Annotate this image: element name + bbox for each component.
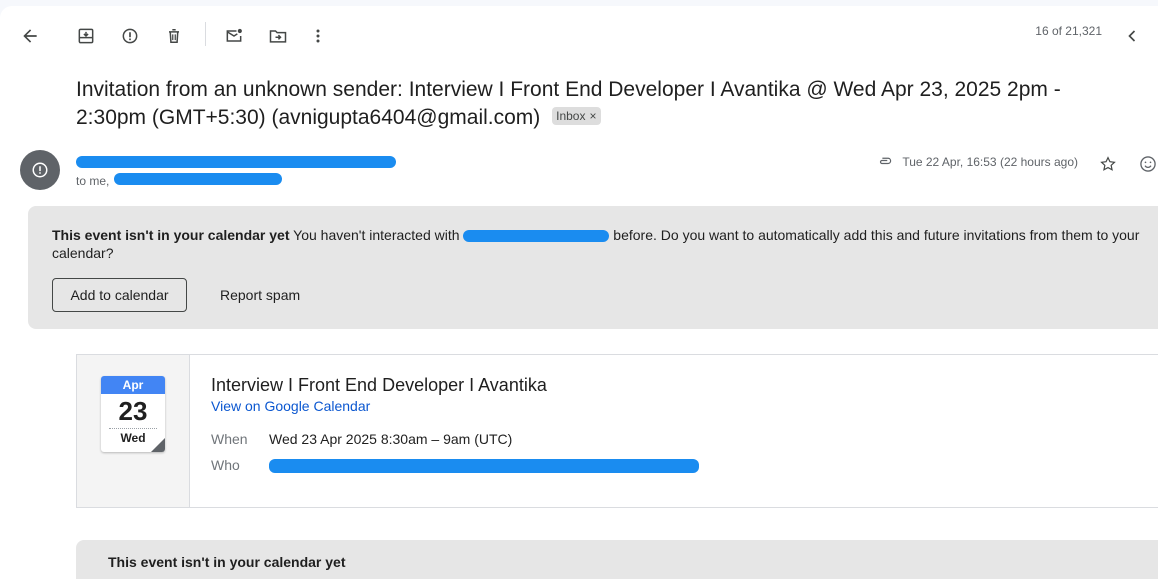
redacted-recipients [114, 173, 282, 185]
chevron-left-icon [1128, 30, 1136, 42]
email-subject: Invitation from an unknown sender: Inter… [76, 76, 1136, 132]
back-button[interactable] [12, 18, 48, 54]
alert-circle-icon [122, 28, 138, 44]
who-label: Who [211, 457, 240, 473]
arrow-left-icon [23, 29, 37, 43]
event-invitation-card: Apr 23 Wed Interview I Front End Develop… [76, 354, 1158, 508]
page-fold-icon [151, 438, 165, 452]
calendar-date-icon: Apr 23 Wed [101, 376, 165, 452]
calendar-warning-message-start: You haven't interacted with [289, 227, 464, 243]
when-label: When [211, 431, 248, 447]
archive-button[interactable] [68, 18, 104, 54]
secondary-warning-heading: This event isn't in your calendar yet [108, 554, 346, 570]
recipients-line[interactable]: to me, [76, 174, 109, 188]
view-on-google-calendar-link[interactable]: View on Google Calendar [211, 398, 370, 414]
warning-circle-icon [32, 162, 48, 178]
label-chip-inbox[interactable]: Inbox × [552, 107, 601, 126]
star-button[interactable] [1096, 152, 1120, 176]
star-icon [1100, 156, 1116, 171]
move-to-button[interactable] [260, 18, 296, 54]
event-month: Apr [101, 376, 165, 394]
message-meta: Tue 22 Apr, 16:53 (22 hours ago) [876, 153, 1078, 171]
calendar-warning-text: This event isn't in your calendar yet Yo… [52, 226, 1152, 262]
event-day: 23 [118, 396, 148, 426]
attachment-icon [880, 157, 892, 165]
calendar-warning-banner-secondary: This event isn't in your calendar yet [76, 540, 1158, 579]
redacted-attendees [269, 459, 699, 473]
delete-button[interactable] [156, 18, 192, 54]
mark-unread-button[interactable] [216, 18, 252, 54]
event-title: Interview I Front End Developer I Avanti… [211, 375, 547, 395]
folder-move-icon [269, 30, 287, 43]
message-timestamp: Tue 22 Apr, 16:53 (22 hours ago) [902, 155, 1078, 169]
sender-avatar[interactable] [20, 150, 60, 190]
redacted-sender-email [463, 230, 610, 243]
calendar-warning-banner: This event isn't in your calendar yet Yo… [28, 206, 1158, 329]
archive-icon [78, 28, 94, 44]
message-counter: 16 of 21,321 [1035, 24, 1102, 38]
mail-unread-icon [226, 28, 242, 42]
newer-message-button[interactable] [1114, 18, 1150, 54]
trash-icon [169, 29, 179, 43]
emoji-icon [1140, 156, 1156, 172]
message-panel: 16 of 21,321 Invitation from an unknown … [0, 6, 1158, 579]
add-to-calendar-button[interactable]: Add to calendar [52, 278, 187, 312]
calendar-warning-heading: This event isn't in your calendar yet [52, 227, 290, 243]
more-options-button[interactable] [300, 18, 336, 54]
remove-label-icon[interactable]: × [589, 108, 596, 124]
toolbar-divider [205, 22, 206, 46]
when-value: Wed 23 Apr 2025 8:30am – 9am (UTC) [269, 431, 513, 447]
calendar-date-column: Apr 23 Wed [77, 355, 190, 507]
add-reaction-button[interactable] [1136, 152, 1158, 176]
report-spam-button[interactable] [112, 18, 148, 54]
redacted-sender-name [76, 156, 396, 168]
label-chip-text: Inbox [556, 109, 586, 124]
more-vert-icon [316, 29, 320, 43]
report-spam-link-button[interactable]: Report spam [208, 278, 312, 312]
to-prefix: to me, [76, 174, 110, 188]
